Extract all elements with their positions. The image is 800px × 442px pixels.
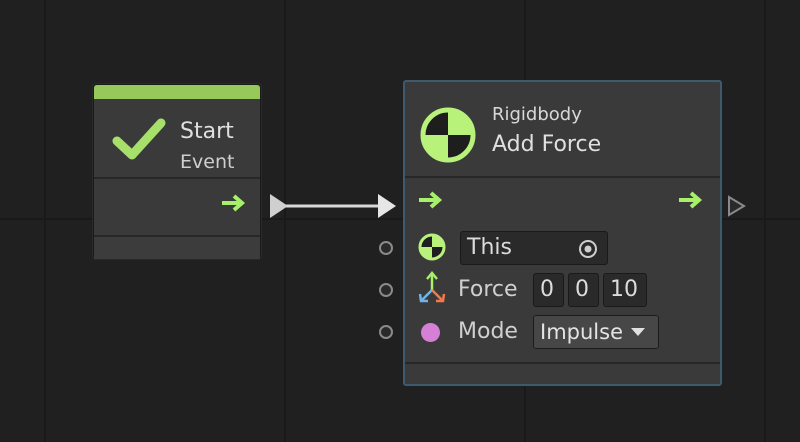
node-footer bbox=[405, 364, 720, 384]
arrow-right-icon[interactable] bbox=[220, 193, 248, 213]
grid-line bbox=[764, 0, 766, 442]
node-header: Start Event bbox=[94, 99, 260, 179]
node-body: This Force 0 0 10 Mode Impulse bbox=[405, 178, 720, 364]
node-accent-bar bbox=[94, 85, 260, 99]
node-category: Rigidbody bbox=[492, 104, 582, 125]
node-subtitle: Event bbox=[180, 151, 235, 173]
rigidbody-icon bbox=[418, 233, 446, 261]
force-z-value: 10 bbox=[610, 277, 638, 302]
enum-dot-icon bbox=[421, 323, 440, 342]
mode-label: Mode bbox=[458, 319, 518, 344]
node-footer bbox=[94, 237, 260, 259]
add-force-node[interactable]: Rigidbody Add Force This Force 0 0 10 Mo… bbox=[403, 80, 722, 386]
rigidbody-icon bbox=[420, 107, 476, 163]
node-header: Rigidbody Add Force bbox=[405, 82, 720, 178]
force-y-value: 0 bbox=[575, 277, 589, 302]
input-port-force[interactable] bbox=[379, 283, 393, 297]
input-port-target[interactable] bbox=[379, 241, 393, 255]
flow-connection bbox=[270, 194, 396, 218]
target-value: This bbox=[467, 235, 512, 260]
arrow-right-icon[interactable] bbox=[677, 190, 705, 210]
grid-line bbox=[44, 0, 46, 442]
start-event-node[interactable]: Start Event bbox=[93, 84, 261, 259]
force-label: Force bbox=[458, 277, 518, 302]
input-port-mode[interactable] bbox=[379, 325, 393, 339]
force-z-field[interactable]: 10 bbox=[603, 273, 647, 307]
arrow-right-icon[interactable] bbox=[417, 190, 445, 210]
axes-icon bbox=[418, 271, 446, 303]
caret-down-icon bbox=[631, 328, 645, 336]
force-x-field[interactable]: 0 bbox=[533, 273, 564, 307]
node-title: Add Force bbox=[492, 132, 602, 157]
node-body bbox=[94, 179, 260, 237]
node-title: Start bbox=[180, 119, 234, 144]
force-y-field[interactable]: 0 bbox=[568, 273, 599, 307]
mode-value: Impulse bbox=[540, 320, 623, 344]
checkmark-icon bbox=[112, 118, 166, 160]
target-icon[interactable] bbox=[577, 238, 599, 260]
force-x-value: 0 bbox=[540, 277, 554, 302]
control-output-port[interactable] bbox=[727, 195, 747, 217]
